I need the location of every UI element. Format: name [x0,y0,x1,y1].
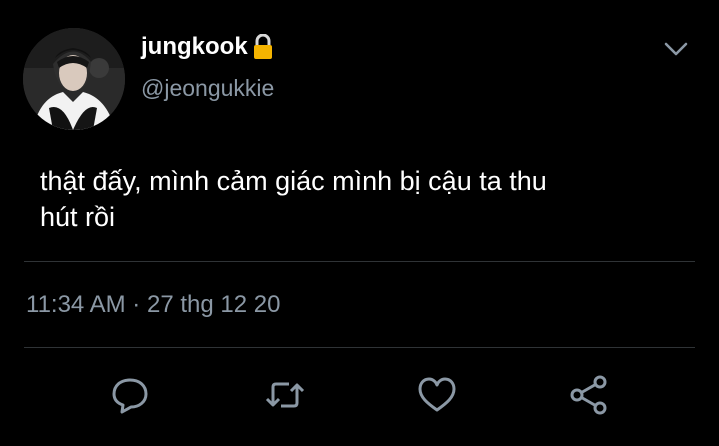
profile-photo [23,28,125,130]
share-icon [570,375,607,415]
reply-button[interactable] [107,372,153,418]
meta-separator: · [132,291,141,318]
user-name[interactable]: jungkook [141,33,248,61]
reply-icon [112,378,148,414]
display-name[interactable]: jungkook [141,33,274,61]
heart-icon [418,377,456,412]
share-button[interactable] [566,372,612,418]
retweet-button[interactable] [262,372,308,418]
tweet-timestamp[interactable]: 11:34 AM · 27 thg 12 20 [26,291,280,319]
tweet-time[interactable]: 11:34 AM [26,291,126,318]
tweet-text-line-1: thật đấy, mình cảm giác mình bị cậu ta t… [40,166,547,196]
tweet-date[interactable]: 27 thg 12 20 [147,291,280,318]
chevron-down-icon[interactable] [663,40,689,58]
like-button[interactable] [414,372,460,418]
tweet-text: thật đấy, mình cảm giác mình bị cậu ta t… [40,163,680,235]
divider [24,347,695,348]
retweet-icon [265,382,305,408]
avatar[interactable] [23,28,125,130]
tweet-text-line-2: hút rồi [40,202,116,232]
divider [24,261,695,262]
lock-icon [253,34,272,59]
action-bar [0,372,719,422]
user-handle[interactable]: @jeongukkie [141,75,274,102]
